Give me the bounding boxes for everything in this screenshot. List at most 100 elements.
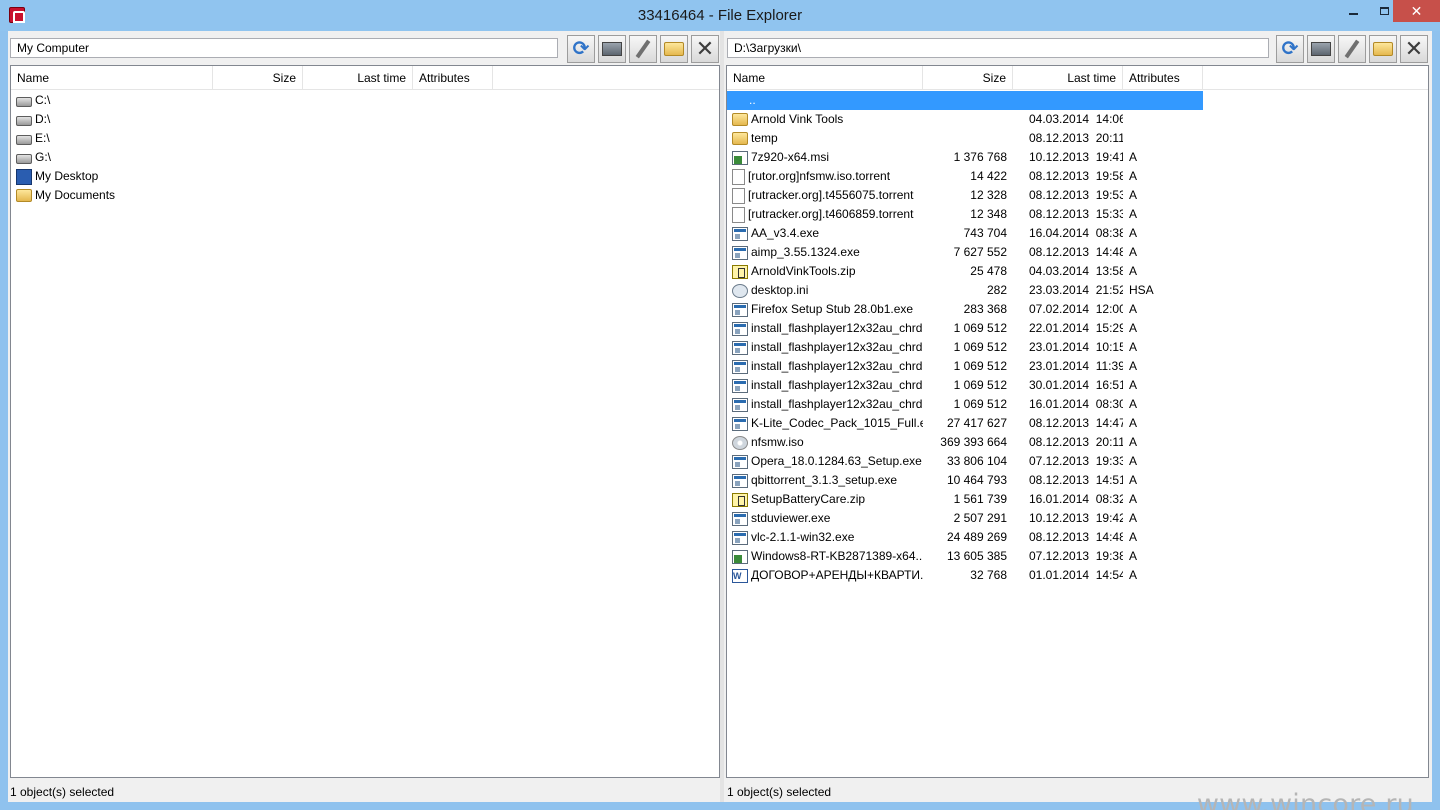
item-attributes: A bbox=[1129, 530, 1138, 544]
item-size: 369 393 664 bbox=[940, 435, 1007, 449]
network-drive-icon bbox=[1311, 42, 1331, 56]
left-delete-button[interactable]: ✕ bbox=[691, 35, 719, 63]
list-item[interactable]: ArnoldVinkTools.zip 25 478 04.03.2014 13:5… bbox=[727, 262, 1428, 281]
item-name-cell: ДОГОВОР+АРЕНДЫ+КВАРТИ... bbox=[727, 566, 923, 585]
list-item[interactable]: Windows8-RT-KB2871389-x64.... 13 605 385 0… bbox=[727, 547, 1428, 566]
list-item[interactable]: Opera_18.0.1284.63_Setup.exe 33 806 104 07… bbox=[727, 452, 1428, 471]
left-new-folder-button[interactable] bbox=[660, 35, 688, 63]
left-status-bar: 1 object(s) selected bbox=[10, 785, 115, 799]
left-col-time[interactable]: Last time bbox=[303, 66, 413, 90]
right-path-input[interactable]: D:\Загрузки\ bbox=[727, 38, 1269, 58]
item-name-cell: Firefox Setup Stub 28.0b1.exe bbox=[727, 300, 923, 319]
list-item[interactable]: SetupBatteryCare.zip 1 561 739 16.01.2014 … bbox=[727, 490, 1428, 509]
left-pane: My Computer ⟳ ✕ Name Size Last time Attr… bbox=[8, 31, 720, 802]
item-attributes: A bbox=[1129, 549, 1138, 563]
left-col-name[interactable]: Name bbox=[11, 66, 213, 90]
right-col-attributes[interactable]: Attributes bbox=[1123, 66, 1203, 90]
item-name: aimp_3.55.1324.exe bbox=[751, 245, 860, 259]
list-item[interactable]: My Desktop bbox=[11, 167, 719, 186]
right-new-folder-button[interactable] bbox=[1369, 35, 1397, 63]
list-item[interactable]: [rutracker.org].t4606859.torrent 12 348 08… bbox=[727, 205, 1428, 224]
window-title: 33416464 - File Explorer bbox=[637, 7, 803, 24]
list-item[interactable]: AA_v3.4.exe 743 704 16.04.2014 08:38 A bbox=[727, 224, 1428, 243]
item-row-content: aimp_3.55.1324.exe 7 627 552 08.12.2013 14… bbox=[727, 243, 1203, 262]
list-item[interactable]: My Documents bbox=[11, 186, 719, 205]
left-col-size[interactable]: Size bbox=[213, 66, 303, 90]
item-last-time: 08.12.2013 19:58 bbox=[1029, 169, 1123, 183]
item-last-time: 22.01.2014 15:29 bbox=[1029, 321, 1123, 335]
item-name-cell: aimp_3.55.1324.exe bbox=[727, 243, 923, 262]
list-item[interactable]: [rutor.org]nfsmw.iso.torrent 14 422 08.12.… bbox=[727, 167, 1428, 186]
left-drives-button[interactable] bbox=[598, 35, 626, 63]
list-item[interactable]: install_flashplayer12x32au_chrd... 1 069 … bbox=[727, 376, 1428, 395]
item-row-content: Windows8-RT-KB2871389-x64.... 13 605 385 0… bbox=[727, 547, 1203, 566]
exe-icon bbox=[732, 359, 748, 374]
minimize-button[interactable] bbox=[1339, 0, 1368, 22]
right-drives-button[interactable] bbox=[1307, 35, 1335, 63]
doc-icon bbox=[732, 568, 748, 583]
left-refresh-button[interactable]: ⟳ bbox=[567, 35, 595, 63]
item-name-cell: Opera_18.0.1284.63_Setup.exe bbox=[727, 452, 923, 471]
item-row-content: install_flashplayer12x32au_chrd... 1 069 … bbox=[727, 319, 1203, 338]
item-name-cell: Windows8-RT-KB2871389-x64.... bbox=[727, 547, 923, 566]
list-item[interactable]: ДОГОВОР+АРЕНДЫ+КВАРТИ... 32 768 01.01.2014… bbox=[727, 566, 1428, 585]
folder-icon bbox=[16, 189, 32, 202]
list-item[interactable]: install_flashplayer12x32au_chrd... 1 069 … bbox=[727, 319, 1428, 338]
list-item[interactable]: E:\ bbox=[11, 129, 719, 148]
list-item[interactable]: desktop.ini 282 23.03.2014 21:52 HSA bbox=[727, 281, 1428, 300]
right-delete-button[interactable]: ✕ bbox=[1400, 35, 1428, 63]
item-last-time: 23.01.2014 11:39 bbox=[1029, 359, 1123, 373]
item-name: D:\ bbox=[35, 112, 51, 126]
item-attributes: A bbox=[1129, 359, 1138, 373]
left-path-input[interactable]: My Computer bbox=[10, 38, 558, 58]
item-attributes: A bbox=[1129, 321, 1138, 335]
title-bar[interactable]: 33416464 - File Explorer ✕ bbox=[0, 0, 1440, 31]
item-row-content: install_flashplayer12x32au_chrd... 1 069 … bbox=[727, 338, 1203, 357]
list-item[interactable]: [rutracker.org].t4556075.torrent 12 328 08… bbox=[727, 186, 1428, 205]
left-col-attributes[interactable]: Attributes bbox=[413, 66, 493, 90]
item-name-cell: SetupBatteryCare.zip bbox=[727, 490, 923, 509]
item-row-content: SetupBatteryCare.zip 1 561 739 16.01.2014 … bbox=[727, 490, 1203, 509]
list-item[interactable]: C:\ bbox=[11, 91, 719, 110]
item-name: install_flashplayer12x32au_chrd... bbox=[751, 359, 923, 373]
folder-icon bbox=[732, 132, 748, 145]
list-item[interactable]: install_flashplayer12x32au_chrd... 1 069 … bbox=[727, 357, 1428, 376]
right-pane: D:\Загрузки\ ⟳ ✕ Name Size Last time Att… bbox=[724, 31, 1432, 802]
list-item[interactable]: qbittorrent_3.1.3_setup.exe 10 464 793 08.… bbox=[727, 471, 1428, 490]
list-item[interactable]: nfsmw.iso 369 393 664 08.12.2013 20:11 A bbox=[727, 433, 1428, 452]
right-rename-button[interactable] bbox=[1338, 35, 1366, 63]
list-item[interactable]: 7z920-x64.msi 1 376 768 10.12.2013 19:41 A bbox=[727, 148, 1428, 167]
item-last-time: 08.12.2013 20:11 bbox=[1029, 435, 1123, 449]
item-size: 33 806 104 bbox=[946, 454, 1007, 468]
right-col-name[interactable]: Name bbox=[727, 66, 923, 90]
list-item[interactable]: install_flashplayer12x32au_chrd... 1 069 … bbox=[727, 338, 1428, 357]
list-item[interactable]: aimp_3.55.1324.exe 7 627 552 08.12.2013 14… bbox=[727, 243, 1428, 262]
right-file-list[interactable]: Name Size Last time Attributes .. Arnold … bbox=[726, 65, 1429, 778]
item-name-cell: G:\ bbox=[11, 148, 57, 167]
list-item[interactable]: Arnold Vink Tools 04.03.2014 14:06 bbox=[727, 110, 1428, 129]
item-name-cell: install_flashplayer12x32au_chrd... bbox=[727, 319, 923, 338]
right-col-time[interactable]: Last time bbox=[1013, 66, 1123, 90]
left-rename-button[interactable] bbox=[629, 35, 657, 63]
list-item[interactable]: vlc-2.1.1-win32.exe 24 489 269 08.12.2013 … bbox=[727, 528, 1428, 547]
list-item[interactable]: .. bbox=[727, 91, 1428, 110]
list-item[interactable]: temp 08.12.2013 20:11 bbox=[727, 129, 1428, 148]
list-item[interactable]: stduviewer.exe 2 507 291 10.12.2013 19:42 A bbox=[727, 509, 1428, 528]
list-item[interactable]: G:\ bbox=[11, 148, 719, 167]
right-col-size[interactable]: Size bbox=[923, 66, 1013, 90]
exe-icon bbox=[732, 530, 748, 545]
list-item[interactable]: D:\ bbox=[11, 110, 719, 129]
list-item[interactable]: Firefox Setup Stub 28.0b1.exe 283 368 07.0… bbox=[727, 300, 1428, 319]
item-size: 12 328 bbox=[970, 188, 1007, 202]
left-file-list[interactable]: Name Size Last time Attributes C:\ D:\ E:\… bbox=[10, 65, 720, 778]
item-size: 12 348 bbox=[970, 207, 1007, 221]
close-button[interactable]: ✕ bbox=[1393, 0, 1440, 22]
item-name: [rutracker.org].t4556075.torrent bbox=[748, 188, 914, 202]
right-refresh-button[interactable]: ⟳ bbox=[1276, 35, 1304, 63]
item-attributes: A bbox=[1129, 169, 1138, 183]
item-name: install_flashplayer12x32au_chrd... bbox=[751, 340, 923, 354]
list-item[interactable]: install_flashplayer12x32au_chrd... 1 069 … bbox=[727, 395, 1428, 414]
file-icon bbox=[732, 168, 745, 185]
item-last-time: 08.12.2013 20:11 bbox=[1029, 131, 1123, 145]
list-item[interactable]: K-Lite_Codec_Pack_1015_Full.exe 27 417 62… bbox=[727, 414, 1428, 433]
